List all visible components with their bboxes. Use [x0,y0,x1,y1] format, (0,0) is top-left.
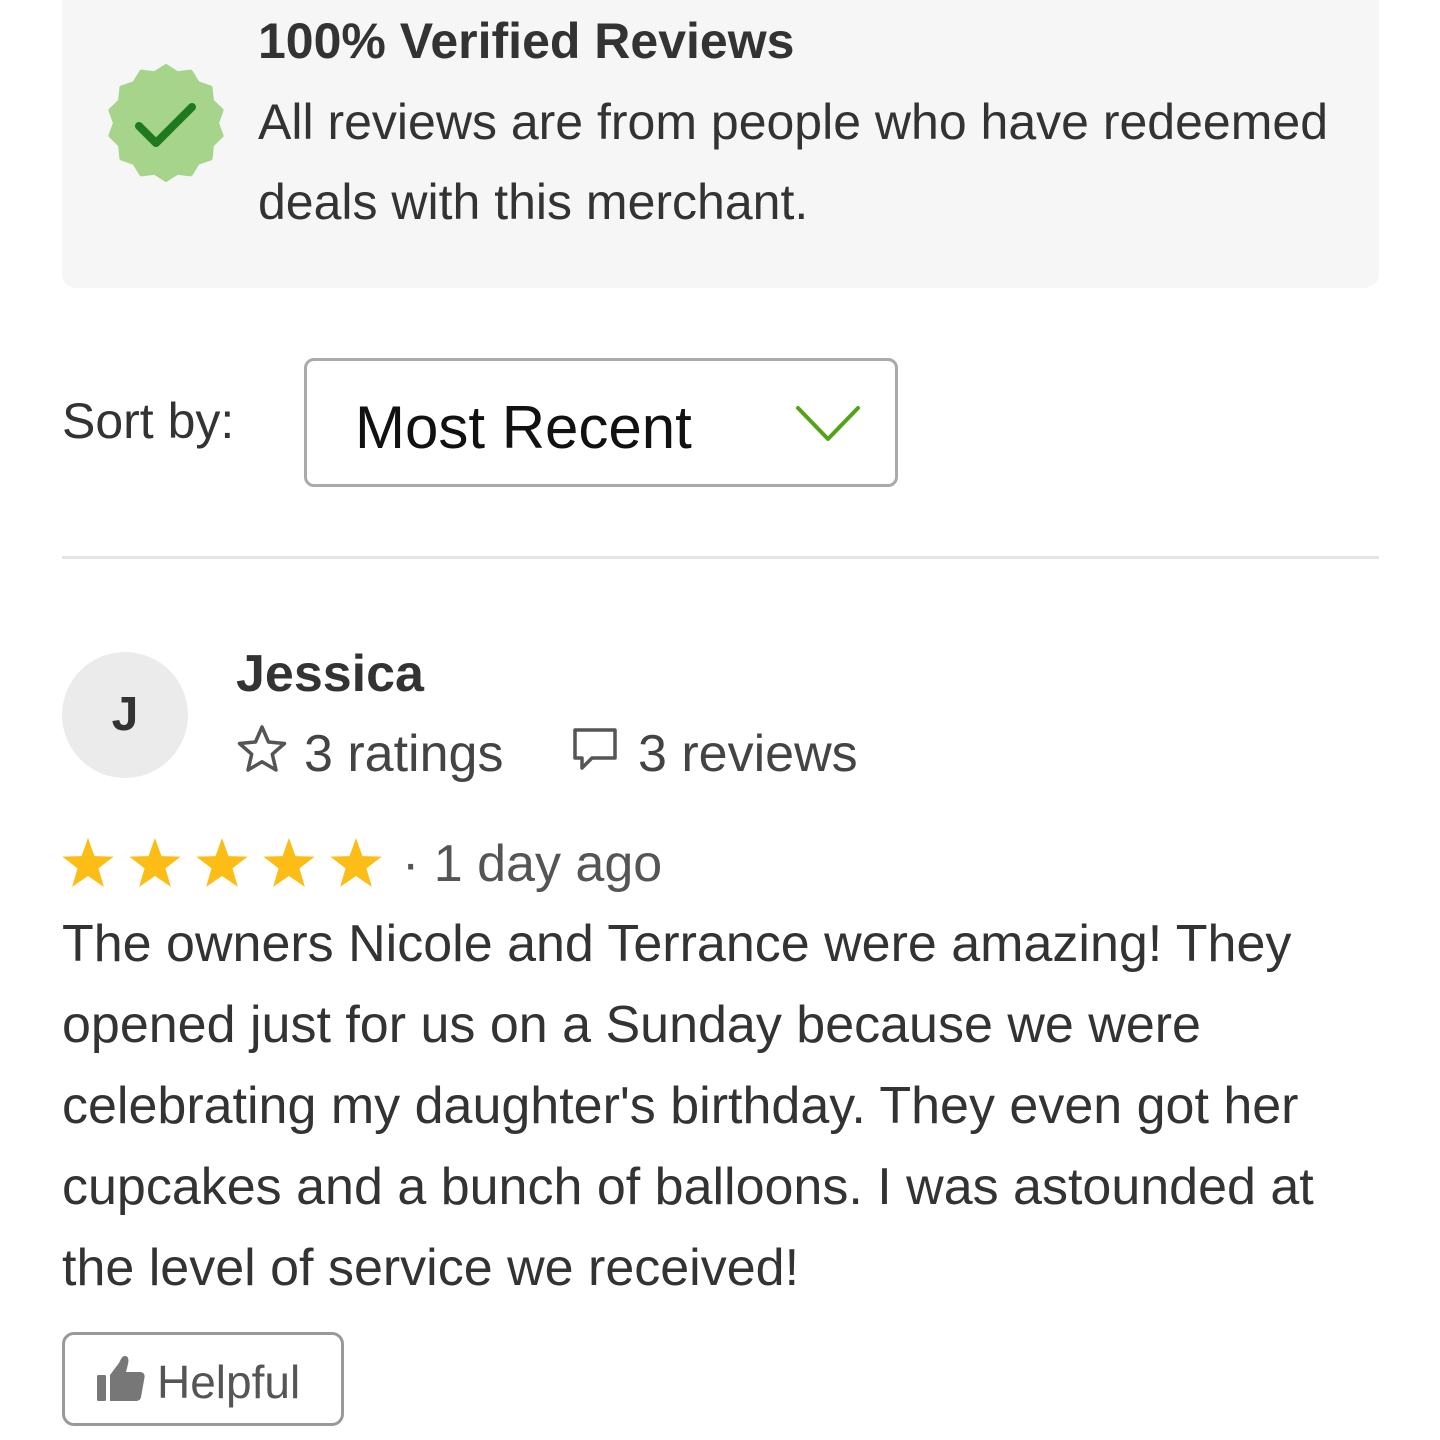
verified-description: All reviews are from people who have red… [258,94,1328,230]
reviews-page: 100% Verified Reviews All reviews are fr… [0,0,1440,1440]
thumbs-up-icon [97,1356,145,1401]
verified-title: 100% Verified Reviews [258,13,795,69]
star-rating [62,838,382,887]
star-icon [196,838,248,887]
sort-select[interactable]: Most Recent [304,358,898,487]
helpful-label: Helpful [157,1356,301,1408]
review-body: The owners Nicole and Terrance were amaz… [62,915,1314,1297]
star-outline-icon [237,725,287,772]
star-icon [330,838,382,887]
star-icon [263,838,315,887]
helpful-button[interactable]: Helpful [62,1332,344,1426]
sort-selected-value: Most Recent [355,394,692,461]
section-divider [62,556,1379,559]
star-icon [62,838,114,887]
comment-icon [573,728,617,770]
chevron-down-icon [796,406,860,441]
verified-badge-icon [108,64,224,182]
review-time: · 1 day ago [402,835,663,893]
reviews-count: 3 reviews [638,725,858,783]
star-icon [129,838,181,887]
avatar-initial: J [111,688,139,741]
sort-label: Sort by: [62,393,235,449]
avatar: J [62,652,188,778]
reviewer-name: Jessica [236,645,424,703]
ratings-count: 3 ratings [304,725,504,783]
